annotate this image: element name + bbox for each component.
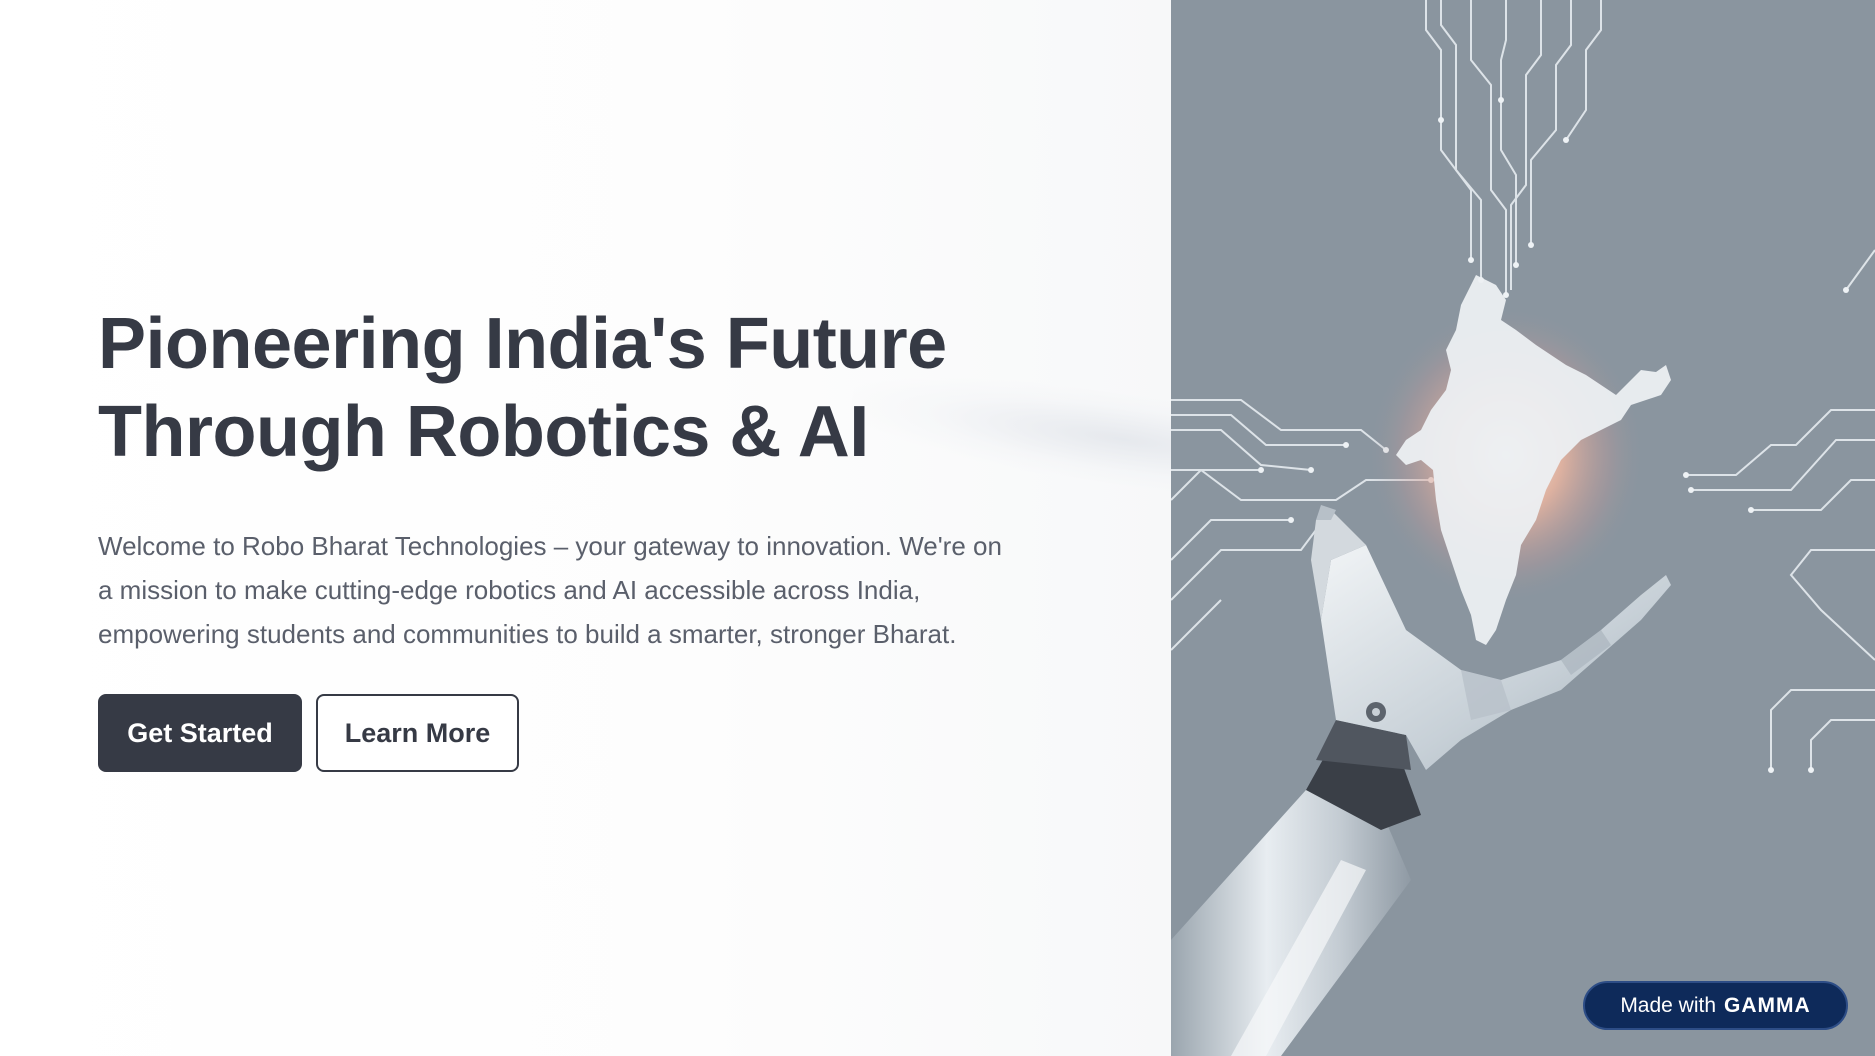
learn-more-button[interactable]: Learn More (316, 694, 519, 772)
gamma-logo-text: GAMMA (1724, 993, 1811, 1017)
intro-paragraph: Welcome to Robo Bharat Technologies – yo… (98, 524, 1088, 656)
page-title: Pioneering India's Future Through Roboti… (98, 300, 1098, 476)
intro-line-2: a mission to make cutting-edge robotics … (98, 575, 921, 605)
badge-prefix: Made with (1620, 993, 1717, 1017)
intro-line-1: Welcome to Robo Bharat Technologies – yo… (98, 531, 1002, 561)
hero-illustration-panel (1171, 0, 1875, 1056)
intro-line-3: empowering students and communities to b… (98, 619, 957, 649)
hero-content: Pioneering India's Future Through Roboti… (98, 300, 1098, 772)
headline-line-2: Through Robotics & AI (98, 392, 869, 472)
robot-hand-india-map-illustration (1171, 0, 1875, 1056)
made-with-gamma-badge[interactable]: Made with GAMMA (1583, 981, 1848, 1030)
get-started-button[interactable]: Get Started (98, 694, 302, 772)
headline-line-1: Pioneering India's Future (98, 304, 947, 384)
robot-arm (1171, 720, 1421, 1056)
hero-left-panel: Pioneering India's Future Through Roboti… (0, 0, 1171, 1056)
hero-actions: Get Started Learn More (98, 694, 1098, 772)
